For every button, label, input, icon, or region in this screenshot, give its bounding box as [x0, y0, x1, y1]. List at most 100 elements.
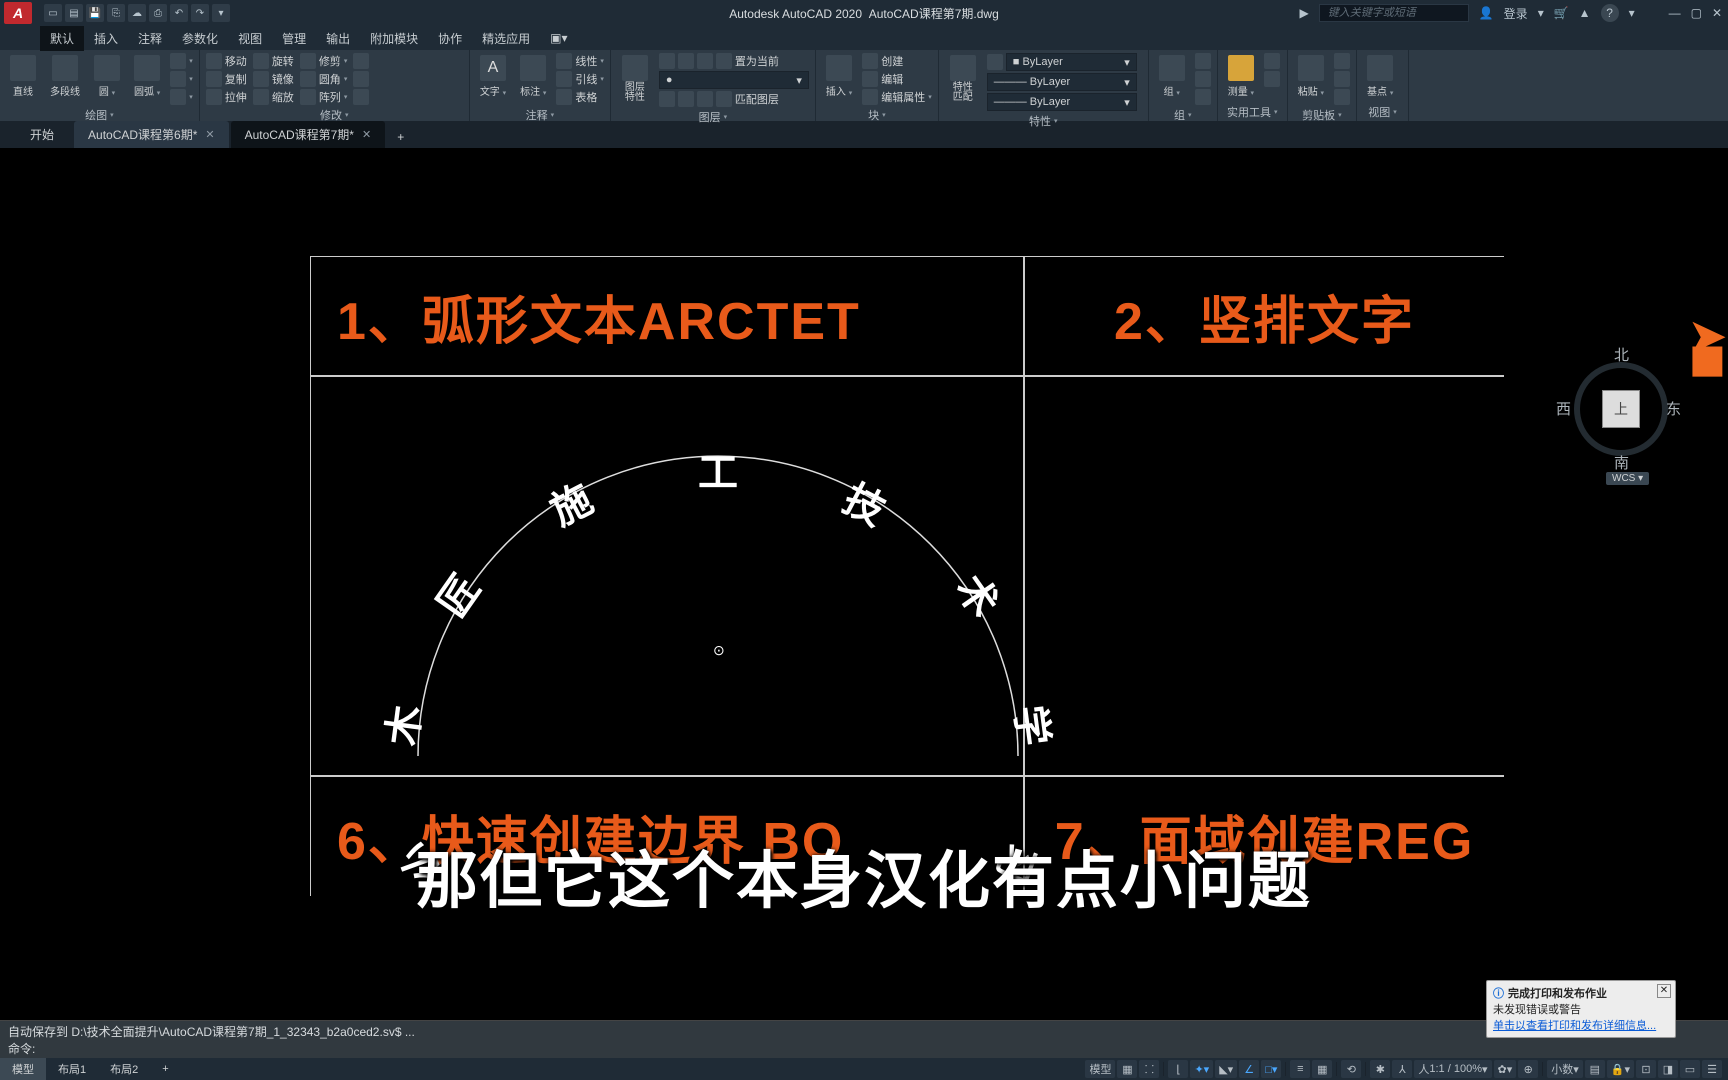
- signin-icon[interactable]: 👤: [1479, 6, 1494, 20]
- line-button[interactable]: 直线: [6, 53, 40, 100]
- clip3-icon[interactable]: [1334, 89, 1350, 105]
- close-icon[interactable]: ✕: [1712, 6, 1722, 20]
- circle-button[interactable]: 圆 ▾: [90, 53, 124, 100]
- maximize-icon[interactable]: ▢: [1691, 6, 1702, 20]
- layer-props-button[interactable]: 图层特性: [617, 53, 653, 105]
- layer3-icon[interactable]: [697, 53, 713, 69]
- blockedit-icon[interactable]: [862, 71, 878, 87]
- layer8-icon[interactable]: [716, 91, 732, 107]
- status-iso-icon[interactable]: ◣▾: [1215, 1060, 1237, 1078]
- status-lock-icon[interactable]: 🔒▾: [1607, 1060, 1634, 1078]
- drawing-canvas[interactable]: 1、弧形文本ARCTET 2、竖排文字 6、快速创建边界 BO 7、面域创建RE…: [0, 148, 1728, 1020]
- save-icon[interactable]: 💾: [86, 4, 104, 22]
- viewcube-e[interactable]: 东: [1666, 398, 1681, 419]
- move-icon[interactable]: [206, 53, 222, 69]
- status-annoscale[interactable]: 人 1:1 / 100% ▾: [1414, 1060, 1491, 1078]
- layer4-icon[interactable]: [716, 53, 732, 69]
- base-button[interactable]: 基点 ▾: [1363, 53, 1397, 100]
- status-ortho-icon[interactable]: ⌊: [1168, 1060, 1188, 1078]
- new-tab-button[interactable]: +: [387, 126, 414, 148]
- layout-model[interactable]: 模型: [0, 1058, 46, 1080]
- print-icon[interactable]: ⎙: [149, 4, 167, 22]
- table-icon[interactable]: [556, 89, 572, 105]
- layer7-icon[interactable]: [697, 91, 713, 107]
- tab-default[interactable]: 默认: [40, 26, 84, 51]
- leader-icon[interactable]: [556, 71, 572, 87]
- status-units[interactable]: 小数 ▾: [1547, 1060, 1583, 1078]
- new-icon[interactable]: ▭: [44, 4, 62, 22]
- explode-icon[interactable]: [353, 71, 369, 87]
- text-button[interactable]: A文字 ▾: [476, 53, 510, 100]
- status-hw-icon[interactable]: ⊡: [1636, 1060, 1656, 1078]
- login-label[interactable]: 登录: [1504, 5, 1528, 22]
- status-osnap-icon[interactable]: □▾: [1261, 1060, 1281, 1078]
- util2-icon[interactable]: [1264, 71, 1280, 87]
- paste-button[interactable]: 粘贴 ▾: [1294, 53, 1328, 100]
- tab-collab[interactable]: 协作: [428, 26, 472, 51]
- search-input[interactable]: 键入关键字或短语: [1319, 4, 1469, 22]
- viewcube-top[interactable]: 上: [1602, 390, 1640, 428]
- ellipse-icon[interactable]: [170, 71, 186, 87]
- login-dropdown-icon[interactable]: ▾: [1538, 6, 1544, 20]
- erase-icon[interactable]: [353, 53, 369, 69]
- exchange-icon[interactable]: ▲: [1579, 6, 1591, 20]
- status-anno1-icon[interactable]: ✱: [1370, 1060, 1390, 1078]
- status-custom-icon[interactable]: ☰: [1702, 1060, 1722, 1078]
- status-grid-icon[interactable]: ▦: [1117, 1060, 1137, 1078]
- app-logo[interactable]: A: [4, 2, 32, 24]
- mirror-icon[interactable]: [253, 71, 269, 87]
- status-model[interactable]: 模型: [1085, 1060, 1115, 1078]
- status-cycle-icon[interactable]: ⟲: [1341, 1060, 1361, 1078]
- spline-icon[interactable]: [170, 53, 186, 69]
- linetype-combo[interactable]: ——— ByLayer▾: [987, 73, 1137, 91]
- tab-insert[interactable]: 插入: [84, 26, 128, 51]
- tab-manage[interactable]: 管理: [272, 26, 316, 51]
- viewcube-n[interactable]: 北: [1614, 344, 1629, 365]
- saveas-icon[interactable]: ⎘: [107, 4, 125, 22]
- minimize-icon[interactable]: —: [1669, 6, 1681, 20]
- viewcube-wcs[interactable]: WCS ▾: [1606, 472, 1649, 485]
- file-tab-start[interactable]: 开始: [12, 121, 72, 148]
- tab-parametric[interactable]: 参数化: [172, 26, 228, 51]
- status-iso2-icon[interactable]: ◨: [1658, 1060, 1678, 1078]
- layout-1[interactable]: 布局1: [46, 1058, 98, 1080]
- lineweight-combo[interactable]: ——— ByLayer▾: [987, 93, 1137, 111]
- status-otrack-icon[interactable]: ∠: [1239, 1060, 1259, 1078]
- tab-view[interactable]: 视图: [228, 26, 272, 51]
- tab-annotate[interactable]: 注释: [128, 26, 172, 51]
- layout-add[interactable]: +: [150, 1060, 180, 1078]
- linear-icon[interactable]: [556, 53, 572, 69]
- close-tab-icon[interactable]: ✕: [205, 128, 214, 141]
- array-icon[interactable]: [300, 89, 316, 105]
- cloud-icon[interactable]: ☁: [128, 4, 146, 22]
- layer1-icon[interactable]: [659, 53, 675, 69]
- close-tab-icon[interactable]: ✕: [362, 128, 371, 141]
- search-play-icon[interactable]: ▶: [1299, 6, 1308, 20]
- polyline-button[interactable]: 多段线: [46, 53, 84, 100]
- offset-icon[interactable]: [353, 89, 369, 105]
- layer2-icon[interactable]: [678, 53, 694, 69]
- measure-button[interactable]: 测量 ▾: [1224, 53, 1258, 100]
- status-lw-icon[interactable]: ≡: [1290, 1060, 1310, 1078]
- util1-icon[interactable]: [1264, 53, 1280, 69]
- create-icon[interactable]: [862, 53, 878, 69]
- open-icon[interactable]: ▤: [65, 4, 83, 22]
- qat-dropdown-icon[interactable]: ▾: [212, 4, 230, 22]
- tab-output[interactable]: 输出: [316, 26, 360, 51]
- layout-2[interactable]: 布局2: [98, 1058, 150, 1080]
- group-button[interactable]: 组 ▾: [1155, 53, 1189, 100]
- status-anno2-icon[interactable]: ⅄: [1392, 1060, 1412, 1078]
- insert-button[interactable]: 插入 ▾: [822, 53, 856, 100]
- group2-icon[interactable]: [1195, 71, 1211, 87]
- file-tab-7[interactable]: AutoCAD课程第7期*✕: [231, 121, 386, 148]
- hatch-icon[interactable]: [170, 89, 186, 105]
- status-trans-icon[interactable]: ▦: [1312, 1060, 1332, 1078]
- editattr-icon[interactable]: [862, 89, 878, 105]
- rotate-icon[interactable]: [253, 53, 269, 69]
- help-dropdown-icon[interactable]: ▾: [1629, 6, 1635, 20]
- stretch-icon[interactable]: [206, 89, 222, 105]
- match-props-button[interactable]: 特性匹配: [945, 53, 981, 105]
- color-icon[interactable]: [987, 54, 1003, 70]
- layer-combo[interactable]: ●▾: [659, 71, 809, 89]
- status-polar-icon[interactable]: ✦▾: [1190, 1060, 1213, 1078]
